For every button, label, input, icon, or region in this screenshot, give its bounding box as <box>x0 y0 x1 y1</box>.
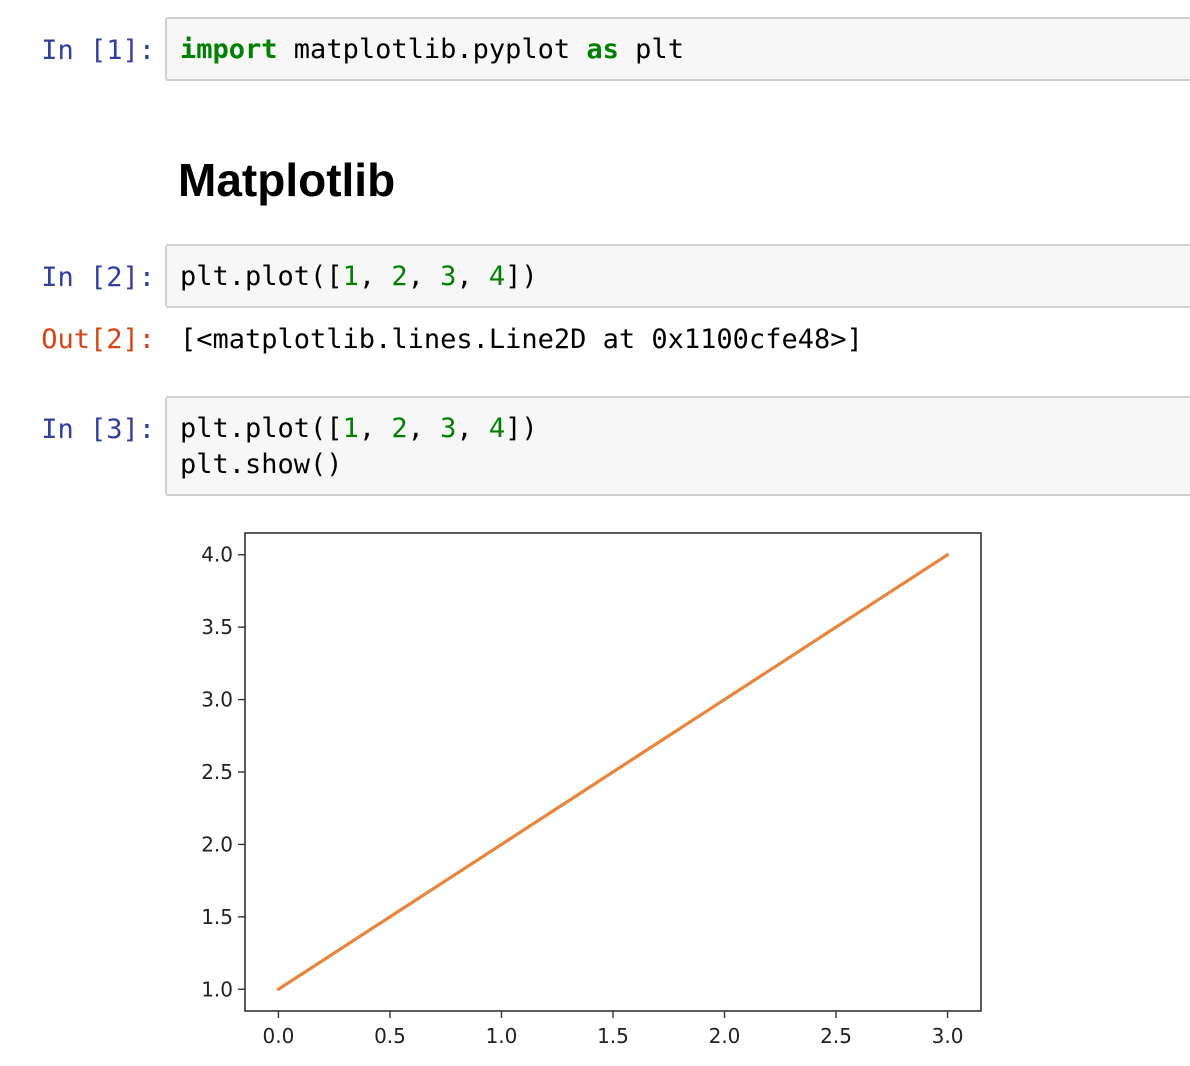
y-tick-label: 2.0 <box>201 832 233 856</box>
cell-2-output-text: [<matplotlib.lines.Line2D at 0x1100cfe48… <box>180 324 863 355</box>
code-token: ]) <box>505 261 538 292</box>
cell-2-input-prompt: In [2]: <box>41 262 155 293</box>
code-number: 2 <box>391 261 408 292</box>
code-line: import matplotlib.pyplot as plt <box>180 32 1190 68</box>
y-tick-label: 1.5 <box>201 905 233 929</box>
code-token: , <box>456 261 489 292</box>
code-number: 3 <box>440 261 457 292</box>
cell-3-input-prompt: In [3]: <box>41 414 155 445</box>
code-number: 4 <box>488 413 506 444</box>
cell-3-code-input[interactable]: plt.plot([1, 2, 3, 4]) plt.show() <box>165 396 1190 496</box>
y-tick-label: 3.5 <box>201 615 233 639</box>
x-tick-label: 1.5 <box>597 1024 629 1048</box>
code-number: 2 <box>391 413 408 444</box>
code-token: , <box>456 413 489 444</box>
code-token: plt.plot([ <box>180 413 343 444</box>
code-keyword: import <box>180 34 278 65</box>
x-tick-label: 1.0 <box>486 1024 518 1048</box>
line-chart: 1.0 1.5 2.0 2.5 3.0 3.5 4.0 0.0 0.5 1.0 1.5 2.0 2.5 3… <box>201 532 982 1048</box>
code-token: plt <box>618 34 684 65</box>
code-token: , <box>407 261 441 292</box>
code-number: 3 <box>440 413 457 444</box>
code-line: plt.show() <box>180 447 1190 483</box>
x-tick-label: 3.0 <box>932 1024 964 1048</box>
markdown-heading: Matplotlib <box>178 154 396 206</box>
code-token: plt.plot([ <box>180 261 343 292</box>
code-token: , <box>407 413 441 444</box>
code-token: , <box>358 261 392 292</box>
code-number: 1 <box>342 413 359 444</box>
x-tick-label: 0.5 <box>374 1024 406 1048</box>
y-tick-label: 4.0 <box>201 543 233 567</box>
x-tick-label: 2.0 <box>709 1024 741 1048</box>
y-tick-label: 1.0 <box>201 977 233 1001</box>
code-token: plt.show() <box>180 449 343 480</box>
y-tick-label: 2.5 <box>201 760 233 784</box>
cell-1-input-prompt: In [1]: <box>41 35 155 66</box>
cell-2-output-prompt: Out[2]: <box>41 324 155 355</box>
cell-1-code-input[interactable]: import matplotlib.pyplot as plt <box>165 17 1190 81</box>
cell-2-code-input[interactable]: plt.plot([1, 2, 3, 4]) <box>165 244 1190 308</box>
x-tick-label: 0.0 <box>263 1024 295 1048</box>
x-tick-label: 2.5 <box>820 1024 852 1048</box>
code-token: matplotlib.pyplot <box>277 34 587 65</box>
code-number: 1 <box>342 261 359 292</box>
code-keyword: as <box>586 34 619 65</box>
code-token: ]) <box>505 413 538 444</box>
code-token: , <box>358 413 392 444</box>
code-line: plt.plot([1, 2, 3, 4]) <box>180 411 1190 447</box>
code-line: plt.plot([1, 2, 3, 4]) <box>180 259 1190 295</box>
y-tick-label: 3.0 <box>201 688 233 712</box>
code-number: 4 <box>488 261 506 292</box>
